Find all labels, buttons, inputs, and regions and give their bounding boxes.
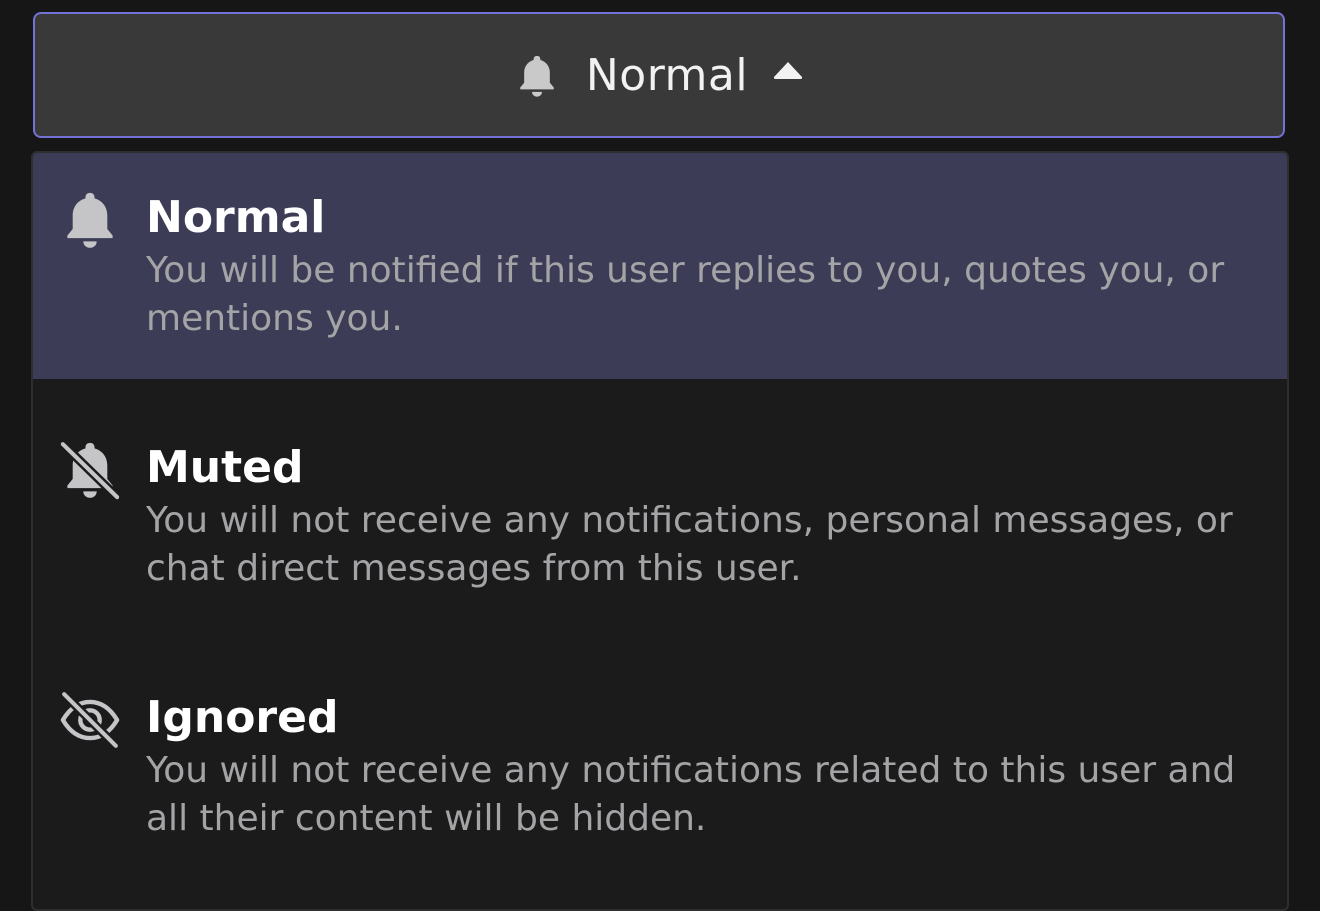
option-normal[interactable]: Normal You will be notified if this user…: [33, 153, 1287, 379]
option-title: Muted: [146, 442, 304, 493]
notification-level-select[interactable]: Normal: [33, 12, 1285, 138]
eye-slash-icon: [59, 689, 121, 751]
selected-value: Normal: [585, 49, 749, 101]
bell-icon: [59, 189, 121, 251]
bell-icon: [514, 53, 560, 99]
option-muted[interactable]: Muted You will not receive any notificat…: [33, 379, 1287, 629]
option-description: You will not receive any notifications r…: [146, 750, 1236, 839]
notification-level-dropdown: Normal You will be notified if this user…: [31, 151, 1289, 911]
option-description: You will not receive any notifications, …: [146, 500, 1233, 589]
caret-up-icon: [772, 60, 804, 82]
option-ignored[interactable]: Ignored You will not receive any notific…: [33, 629, 1287, 909]
bell-slash-icon: [58, 439, 122, 502]
option-title: Ignored: [146, 692, 339, 743]
option-title: Normal: [146, 192, 326, 243]
option-description: You will be notified if this user replie…: [146, 250, 1225, 339]
